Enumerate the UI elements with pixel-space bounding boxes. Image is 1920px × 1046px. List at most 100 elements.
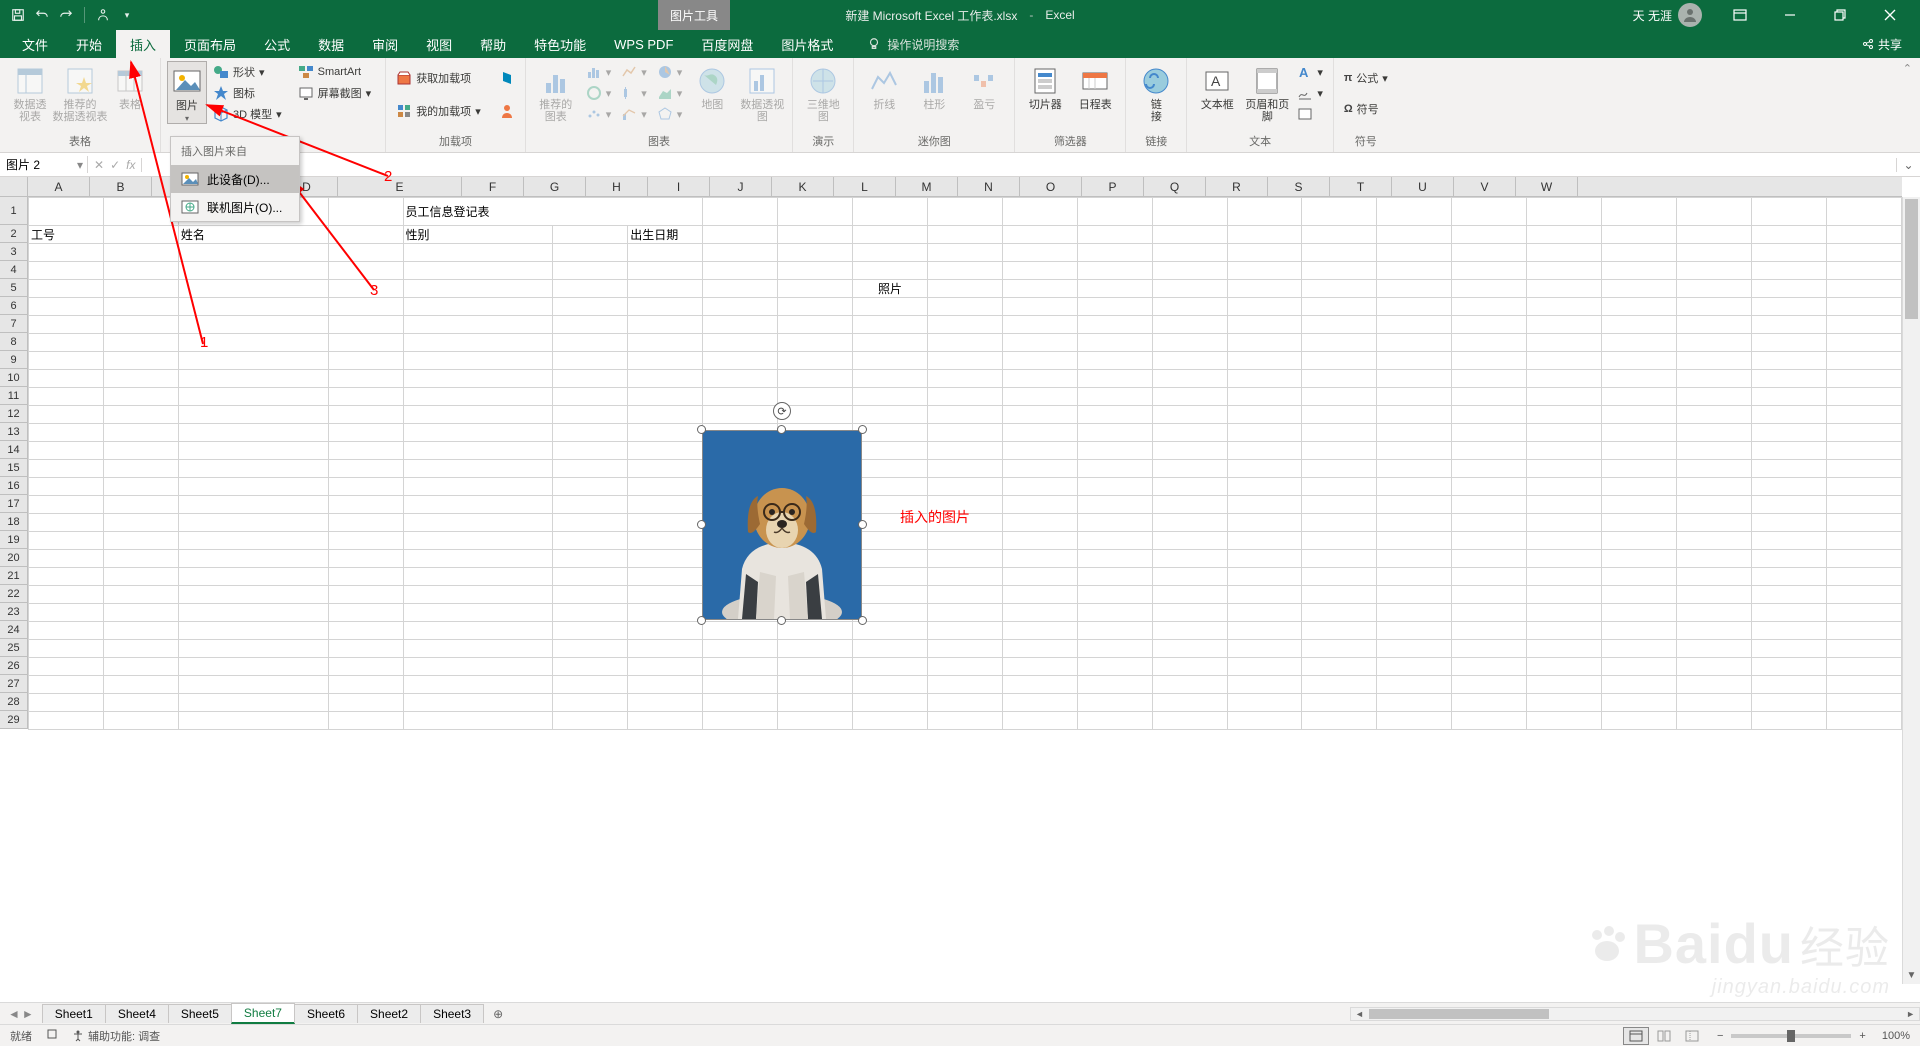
row-header-24[interactable]: 24 — [0, 621, 27, 639]
row-header-28[interactable]: 28 — [0, 693, 27, 711]
tell-me-search[interactable]: 操作说明搜索 — [867, 30, 959, 58]
sheet-prev-icon[interactable]: ◄ — [8, 1007, 20, 1021]
share-button[interactable]: 共享 — [1844, 30, 1920, 58]
row-header-15[interactable]: 15 — [0, 459, 27, 477]
col-header-S[interactable]: S — [1268, 177, 1330, 196]
row-header-20[interactable]: 20 — [0, 549, 27, 567]
tab-picture-format[interactable]: 图片格式 — [767, 30, 847, 58]
row-header-5[interactable]: 5 — [0, 279, 27, 297]
tab-wpspdf[interactable]: WPS PDF — [600, 30, 687, 58]
vscroll-thumb[interactable] — [1905, 199, 1918, 319]
sheet-tab-sheet3[interactable]: Sheet3 — [420, 1004, 484, 1023]
col-header-O[interactable]: O — [1020, 177, 1082, 196]
resize-handle-se[interactable] — [858, 616, 867, 625]
symbol-button[interactable]: Ω 符号 — [1340, 100, 1392, 118]
get-addins-button[interactable]: 获取加载项 — [392, 69, 485, 87]
row-header-2[interactable]: 2 — [0, 225, 27, 243]
smartart-button[interactable]: SmartArt — [294, 63, 376, 81]
col-header-U[interactable]: U — [1392, 177, 1454, 196]
resize-handle-s[interactable] — [777, 616, 786, 625]
row-header-13[interactable]: 13 — [0, 423, 27, 441]
zoom-in-button[interactable]: + — [1859, 1030, 1865, 1042]
touch-mode-icon[interactable] — [93, 5, 113, 25]
tab-data[interactable]: 数据 — [304, 30, 358, 58]
row-header-22[interactable]: 22 — [0, 585, 27, 603]
link-button[interactable]: 链 接 — [1132, 61, 1180, 123]
name-box[interactable]: 图片 2 ▾ — [0, 156, 88, 173]
icons-button[interactable]: 图标 — [209, 84, 286, 102]
header-footer-button[interactable]: 页眉和页脚 — [1243, 61, 1291, 123]
select-all-button[interactable] — [0, 177, 28, 197]
ribbon-display-icon[interactable] — [1718, 0, 1762, 30]
col-header-V[interactable]: V — [1454, 177, 1516, 196]
picture-button[interactable]: 图片▾ — [167, 61, 207, 124]
sheet-tab-sheet2[interactable]: Sheet2 — [357, 1004, 421, 1023]
resize-handle-sw[interactable] — [697, 616, 706, 625]
row-header-21[interactable]: 21 — [0, 567, 27, 585]
resize-handle-ne[interactable] — [858, 425, 867, 434]
zoom-level[interactable]: 100% — [1882, 1030, 1910, 1042]
resize-handle-n[interactable] — [777, 425, 786, 434]
tab-file[interactable]: 文件 — [8, 30, 62, 58]
slicer-button[interactable]: 切片器 — [1021, 61, 1069, 111]
row-header-10[interactable]: 10 — [0, 369, 27, 387]
row-header-25[interactable]: 25 — [0, 639, 27, 657]
sheet-next-icon[interactable]: ► — [22, 1007, 34, 1021]
col-header-R[interactable]: R — [1206, 177, 1268, 196]
undo-icon[interactable] — [32, 5, 52, 25]
redo-icon[interactable] — [56, 5, 76, 25]
tab-view[interactable]: 视图 — [412, 30, 466, 58]
row-header-11[interactable]: 11 — [0, 387, 27, 405]
sheet-tab-sheet7[interactable]: Sheet7 — [231, 1003, 295, 1024]
horizontal-scrollbar[interactable]: ◄ ► — [1350, 1007, 1920, 1021]
sheet-tab-sheet4[interactable]: Sheet4 — [105, 1004, 169, 1023]
from-device-item[interactable]: 此设备(D)... — [171, 165, 299, 193]
qat-dropdown-icon[interactable]: ▾ — [117, 5, 137, 25]
hscroll-thumb[interactable] — [1369, 1009, 1549, 1019]
col-header-W[interactable]: W — [1516, 177, 1578, 196]
row-header-18[interactable]: 18 — [0, 513, 27, 531]
people-graph-icon[interactable] — [495, 102, 519, 120]
col-header-A[interactable]: A — [28, 177, 90, 196]
row-header-23[interactable]: 23 — [0, 603, 27, 621]
col-header-P[interactable]: P — [1082, 177, 1144, 196]
inserted-picture[interactable]: ⟳ — [702, 430, 862, 620]
vertical-scrollbar[interactable]: ▲ ▼ — [1902, 197, 1920, 984]
row-header-12[interactable]: 12 — [0, 405, 27, 423]
col-header-Q[interactable]: Q — [1144, 177, 1206, 196]
name-box-dropdown-icon[interactable]: ▾ — [77, 158, 87, 172]
row-header-29[interactable]: 29 — [0, 711, 27, 729]
shapes-button[interactable]: 形状 ▾ — [209, 63, 286, 81]
close-button[interactable] — [1868, 0, 1912, 30]
textbox-button[interactable]: A文本框 — [1193, 61, 1241, 111]
zoom-thumb[interactable] — [1787, 1030, 1795, 1042]
online-picture-item[interactable]: 联机图片(O)... — [171, 193, 299, 221]
minimize-button[interactable] — [1768, 0, 1812, 30]
tab-review[interactable]: 审阅 — [358, 30, 412, 58]
row-header-14[interactable]: 14 — [0, 441, 27, 459]
macro-rec-icon[interactable] — [46, 1028, 58, 1043]
wordart-button[interactable]: A▾ — [1293, 63, 1327, 81]
resize-handle-e[interactable] — [858, 520, 867, 529]
scroll-left-icon[interactable]: ◄ — [1355, 1009, 1364, 1019]
resize-handle-nw[interactable] — [697, 425, 706, 434]
resize-handle-w[interactable] — [697, 520, 706, 529]
normal-view-button[interactable] — [1623, 1027, 1649, 1045]
accessibility-status[interactable]: 辅助功能: 调查 — [72, 1028, 160, 1044]
row-header-1[interactable]: 1 — [0, 197, 27, 225]
sheet-nav[interactable]: ◄► — [0, 1007, 42, 1021]
col-header-J[interactable]: J — [710, 177, 772, 196]
col-header-K[interactable]: K — [772, 177, 834, 196]
col-header-E[interactable]: E — [338, 177, 462, 196]
row-headers[interactable]: 1234567891011121314151617181920212223242… — [0, 197, 28, 729]
tab-special[interactable]: 特色功能 — [520, 30, 600, 58]
col-header-N[interactable]: N — [958, 177, 1020, 196]
sheet-tab-sheet6[interactable]: Sheet6 — [294, 1004, 358, 1023]
col-header-M[interactable]: M — [896, 177, 958, 196]
restore-button[interactable] — [1818, 0, 1862, 30]
screenshot-button[interactable]: 屏幕截图 ▾ — [294, 84, 376, 102]
expand-formula-bar-icon[interactable]: ⌄ — [1896, 158, 1920, 172]
cells[interactable]: 员工信息登记表工号姓名性别出生日期照片 — [28, 197, 1902, 984]
col-header-F[interactable]: F — [462, 177, 524, 196]
col-header-H[interactable]: H — [586, 177, 648, 196]
